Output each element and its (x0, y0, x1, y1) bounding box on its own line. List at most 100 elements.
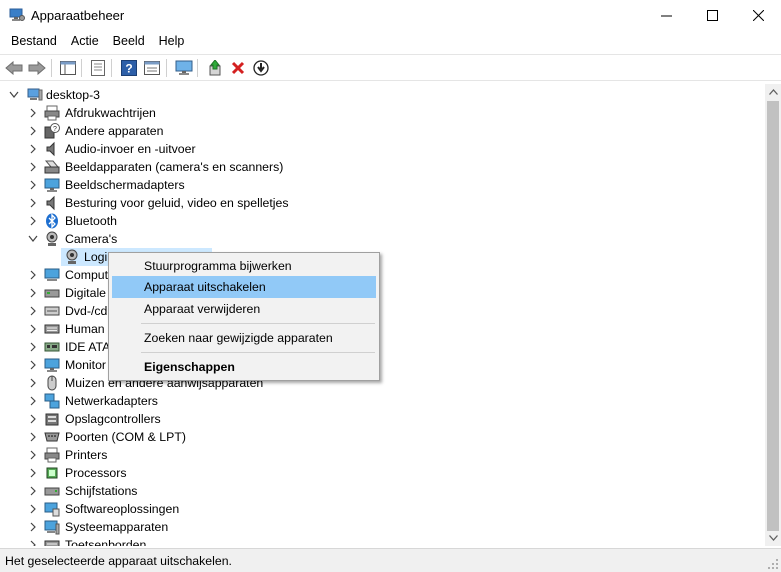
computer-icon (27, 88, 43, 101)
storage-controller-icon (45, 413, 59, 426)
tree-category-cameras[interactable]: Camera's (0, 230, 765, 248)
maximize-button[interactable] (689, 0, 735, 31)
expand-chevron-icon[interactable] (27, 215, 39, 227)
disable-device-button[interactable] (251, 58, 271, 78)
expand-chevron-icon[interactable] (27, 305, 39, 317)
document-list-icon (91, 60, 105, 76)
expand-chevron-icon[interactable] (27, 269, 39, 281)
expand-chevron-icon[interactable] (27, 125, 39, 137)
tree-label: Opslagcontrollers (65, 412, 161, 426)
tree-category-printers[interactable]: Printers (0, 446, 765, 464)
expand-chevron-icon[interactable] (27, 503, 39, 515)
tree-category-besturing-geluid[interactable]: Besturing voor geluid, video en spelletj… (0, 194, 765, 212)
export-list-button[interactable] (88, 58, 108, 78)
tree-label: Netwerkadapters (65, 394, 158, 408)
tree-root-label: desktop-3 (46, 88, 101, 102)
expand-chevron-icon[interactable] (27, 107, 39, 119)
tree-category-systeemapparaten[interactable]: Systeemapparaten (0, 518, 765, 536)
expand-chevron-icon[interactable] (27, 485, 39, 497)
menu-item-scan-hardware[interactable]: Zoeken naar gewijzigde apparaten (112, 327, 376, 349)
expand-chevron-icon[interactable] (27, 287, 39, 299)
expand-chevron-icon[interactable] (27, 431, 39, 443)
menu-actie[interactable]: Actie (64, 31, 106, 53)
tree-label: Printers (65, 448, 108, 462)
properties-button[interactable] (142, 58, 162, 78)
printer-queue-icon (44, 105, 60, 121)
tree-category-andere-apparaten[interactable]: ? Andere apparaten (0, 122, 765, 140)
tree-category-toetsenborden[interactable]: Toetsenborden (0, 536, 765, 546)
vertical-scrollbar[interactable] (765, 84, 781, 546)
forward-arrow-icon (28, 61, 46, 75)
tree-category-processors[interactable]: Processors (0, 464, 765, 482)
tree-category-afdrukwachtrijen[interactable]: Afdrukwachtrijen (0, 104, 765, 122)
expand-chevron-icon[interactable] (27, 539, 39, 546)
tree-category-netwerkadapters[interactable]: Netwerkadapters (0, 392, 765, 410)
dvd-drive-icon (44, 306, 60, 316)
collapse-chevron-icon[interactable] (27, 233, 39, 245)
window-title: Apparaatbeheer (31, 8, 125, 23)
tree-label: Andere apparaten (65, 124, 164, 138)
status-bar: Het geselecteerde apparaat uitschakelen. (0, 548, 781, 572)
back-button[interactable] (4, 58, 24, 78)
expand-chevron-icon[interactable] (27, 467, 39, 479)
tree-category-opslagcontrollers[interactable]: Opslagcontrollers (0, 410, 765, 428)
expand-chevron-icon[interactable] (27, 413, 39, 425)
properties-grid-icon (60, 61, 76, 75)
close-button[interactable] (735, 0, 781, 31)
scroll-down-button[interactable] (765, 530, 781, 546)
expand-chevron-icon[interactable] (27, 377, 39, 389)
collapse-chevron-icon[interactable] (8, 89, 20, 101)
keyboard-icon (44, 324, 60, 334)
uninstall-device-button[interactable] (228, 58, 248, 78)
menu-item-disable-device[interactable]: Apparaat uitschakelen (112, 276, 376, 298)
expand-chevron-icon[interactable] (27, 521, 39, 533)
forward-button[interactable] (27, 58, 47, 78)
expand-chevron-icon[interactable] (27, 161, 39, 173)
expand-chevron-icon[interactable] (27, 179, 39, 191)
help-button[interactable]: ? (119, 58, 139, 78)
tree-category-softwareoplossingen[interactable]: Softwareoplossingen (0, 500, 765, 518)
tree-label: Poorten (COM & LPT) (65, 430, 186, 444)
menu-item-uninstall-device[interactable]: Apparaat verwijderen (112, 298, 376, 320)
toolbar-separator (81, 59, 82, 77)
menu-item-properties[interactable]: Eigenschappen (112, 356, 376, 378)
tree-label: Audio-invoer en -uitvoer (65, 142, 196, 156)
tree-root[interactable]: desktop-3 (0, 86, 765, 104)
close-icon (752, 10, 764, 21)
tree-label: Processors (65, 466, 127, 480)
system-device-icon (44, 520, 60, 535)
expand-chevron-icon[interactable] (27, 197, 39, 209)
tree-label: Human (65, 322, 105, 336)
scroll-thumb[interactable] (767, 101, 779, 531)
scan-hardware-button[interactable] (174, 58, 194, 78)
drive-icon (44, 289, 60, 298)
tree-category-audio[interactable]: Audio-invoer en -uitvoer (0, 140, 765, 158)
tree-category-beeldapparaten[interactable]: Beeldapparaten (camera's en scanners) (0, 158, 765, 176)
minimize-button[interactable] (643, 0, 689, 31)
expand-chevron-icon[interactable] (27, 341, 39, 353)
scroll-up-button[interactable] (765, 84, 781, 100)
resize-grip-icon[interactable] (767, 558, 779, 570)
tree-label: Bluetooth (65, 214, 117, 228)
tree-category-poorten[interactable]: Poorten (COM & LPT) (0, 428, 765, 446)
tree-category-beeldschermadapters[interactable]: Beeldschermadapters (0, 176, 765, 194)
software-icon (44, 502, 60, 517)
expand-chevron-icon[interactable] (27, 359, 39, 371)
show-hide-console-tree-button[interactable] (58, 58, 78, 78)
expand-chevron-icon[interactable] (27, 449, 39, 461)
menu-bestand[interactable]: Bestand (4, 31, 64, 53)
menu-item-update-driver[interactable]: Stuurprogramma bijwerken (112, 255, 376, 277)
svg-text:?: ? (53, 126, 57, 133)
tree-category-bluetooth[interactable]: Bluetooth (0, 212, 765, 230)
svg-text:?: ? (125, 62, 132, 76)
menu-beeld[interactable]: Beeld (106, 31, 152, 53)
expand-chevron-icon[interactable] (27, 143, 39, 155)
expand-chevron-icon[interactable] (27, 395, 39, 407)
menu-help[interactable]: Help (152, 31, 192, 53)
ide-controller-icon (44, 342, 60, 352)
tree-category-schijfstations[interactable]: Schijfstations (0, 482, 765, 500)
speaker-icon (46, 141, 55, 157)
chevron-down-icon (768, 535, 778, 541)
update-driver-button[interactable] (205, 58, 225, 78)
expand-chevron-icon[interactable] (27, 323, 39, 335)
